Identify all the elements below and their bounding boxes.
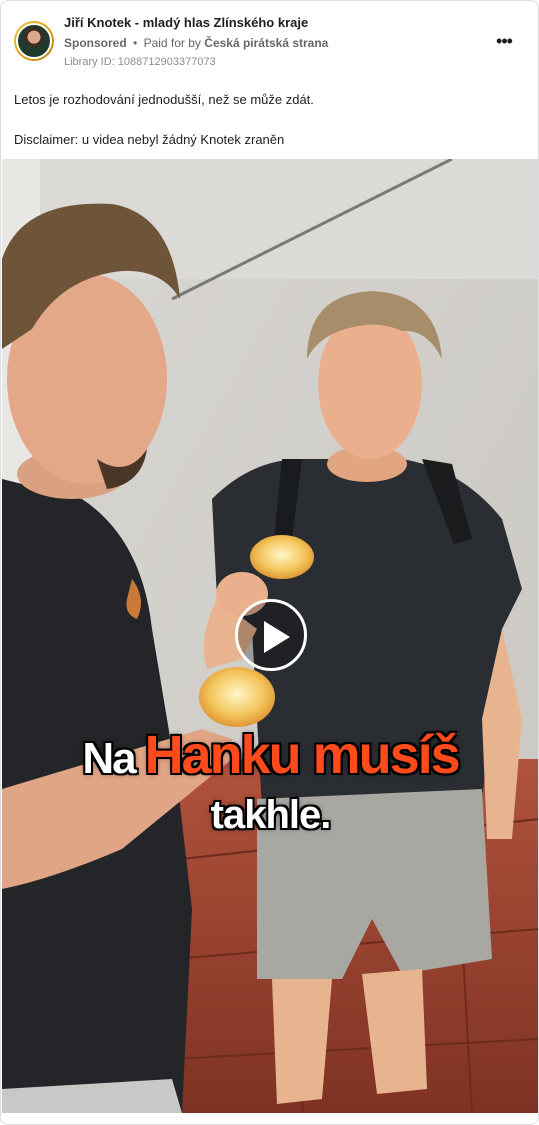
page-avatar[interactable] <box>14 21 54 61</box>
body-line: Letos je rozhodování jednodušší, než se … <box>14 92 314 107</box>
video-player[interactable]: Na Hanku musíš takhle. <box>2 159 538 1113</box>
post-header: Jiří Knotek - mladý hlas Zlínského kraje… <box>1 1 538 81</box>
library-id: Library ID: 1088712903377073 <box>64 56 216 68</box>
separator-dot: • <box>133 36 138 50</box>
caption-word-na: Na <box>82 734 136 783</box>
more-options-button[interactable]: ••• <box>492 31 516 51</box>
sponsored-label: Sponsored <box>64 36 127 50</box>
sponsor-line: Sponsored • Paid for by Česká pirátská s… <box>64 36 328 50</box>
paid-for-prefix: Paid for by <box>143 36 201 50</box>
right-man-leg <box>272 979 332 1104</box>
avatar-photo <box>16 23 52 59</box>
more-horizontal-icon: ••• <box>496 31 513 51</box>
donut <box>250 535 314 579</box>
caption-highlight: Hanku musíš <box>144 725 461 785</box>
video-caption-line-2: takhle. <box>210 793 332 837</box>
ad-card: Jiří Knotek - mladý hlas Zlínského kraje… <box>0 0 539 1125</box>
body-line: Disclaimer: u videa nebyl žádný Knotek z… <box>14 132 285 147</box>
play-button[interactable] <box>235 599 307 671</box>
payer-name: Česká pirátská strana <box>204 36 329 50</box>
video-caption-line-1: Na Hanku musíš <box>2 724 538 786</box>
post-body: Letos je rozhodování jednodušší, než se … <box>14 91 524 149</box>
card-footer-strip <box>1 1113 538 1124</box>
page-name-link[interactable]: Jiří Knotek - mladý hlas Zlínského kraje <box>64 15 308 30</box>
donut <box>199 667 275 727</box>
